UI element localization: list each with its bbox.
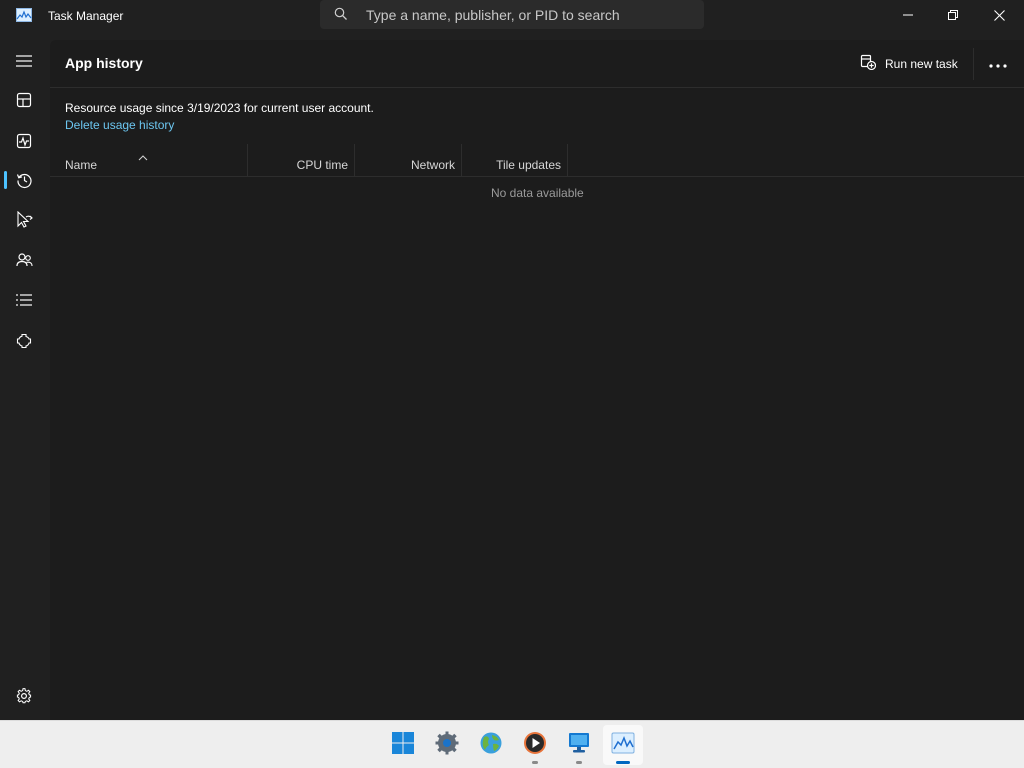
nav-item-performance[interactable] [4,123,44,159]
nav-item-settings[interactable] [4,678,44,714]
taskbar-media-player[interactable] [515,725,555,765]
window-title: Task Manager [48,9,124,23]
start-windows-icon [391,731,415,760]
more-options-button[interactable] [984,52,1012,76]
nav-item-users[interactable] [4,242,44,278]
task-manager-icon [16,8,32,22]
nav-item-app-history[interactable] [4,162,44,198]
more-options-icon [989,55,1007,73]
restore-icon [948,10,958,20]
taskbar-task-manager[interactable] [603,725,643,765]
running-indicator [576,761,582,764]
search-icon [334,7,348,21]
startup-apps-icon [16,210,33,228]
earth-globe-icon [479,731,503,760]
taskbar-remote-desktop[interactable] [559,725,599,765]
taskbar [0,720,1024,768]
delete-usage-history-link[interactable]: Delete usage history [65,118,174,132]
table-header: Name CPU time Network Tile updates [50,144,1024,177]
performance-icon [16,133,32,149]
media-player-icon [523,731,547,760]
page-header: App history Run new task [50,40,1024,88]
nav-item-processes[interactable] [4,82,44,118]
active-indicator [616,761,630,764]
taskbar-globe-app[interactable] [471,725,511,765]
app-history-icon [16,172,33,189]
task-manager-app-icon [611,732,635,759]
processes-icon [16,92,32,108]
hamburger-menu-icon [16,55,32,67]
nav-item-services[interactable] [4,323,44,359]
taskbar-settings-app[interactable] [427,725,467,765]
usage-info-text: Resource usage since 3/19/2023 for curre… [65,101,374,115]
run-new-task-button[interactable]: Run new task [860,52,958,76]
page-title: App history [65,55,143,71]
nav-item-startup-apps[interactable] [4,201,44,237]
navigation-pane [0,40,48,720]
restore-button[interactable] [930,0,976,30]
minimize-button[interactable] [885,0,931,30]
search-box[interactable] [320,0,704,29]
column-header-network[interactable]: Network [354,144,461,177]
column-header-tile-updates[interactable]: Tile updates [461,144,568,177]
details-icon [16,294,32,306]
taskbar-start-button[interactable] [383,725,423,765]
title-bar: Task Manager [0,0,1024,32]
column-header-cpu-time[interactable]: CPU time [247,144,354,177]
running-indicator [532,761,538,764]
remote-desktop-icon [567,731,591,760]
services-icon [16,333,32,349]
minimize-icon [903,10,913,20]
nav-item-details[interactable] [4,282,44,318]
main-panel: App history Run new task Resource usage … [50,40,1024,720]
empty-table-message: No data available [491,186,584,200]
column-header-name[interactable]: Name [65,144,245,177]
run-new-task-icon [860,54,885,75]
settings-app-icon [435,731,459,760]
settings-gear-icon [16,688,32,704]
run-new-task-label: Run new task [885,57,958,71]
close-icon [993,9,1005,21]
nav-menu-toggle[interactable] [4,43,44,79]
search-input[interactable] [366,0,696,29]
users-icon [15,252,33,268]
header-divider [973,48,974,80]
close-button[interactable] [976,0,1022,30]
